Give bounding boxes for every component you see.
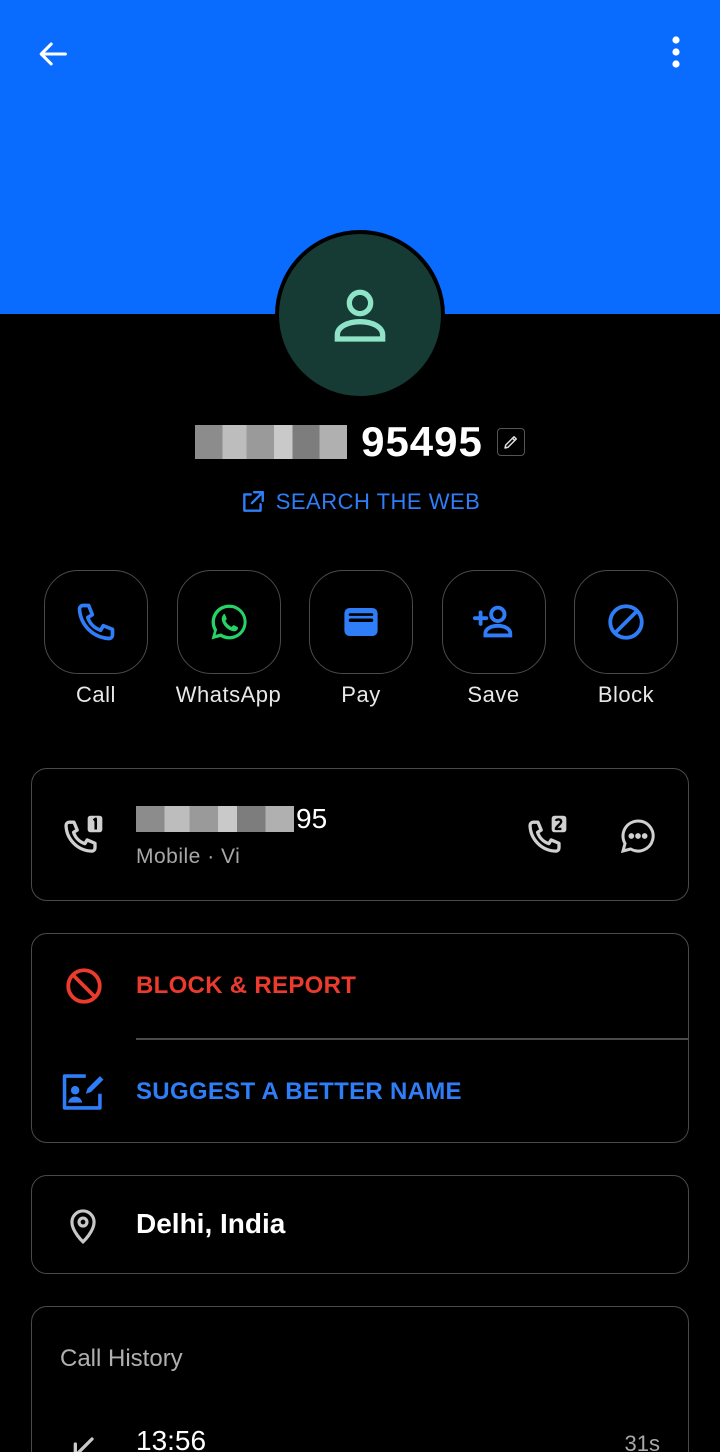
edit-pencil-icon [504, 436, 517, 449]
external-link-icon [242, 491, 264, 512]
edit-name-button[interactable] [496, 428, 525, 456]
suggest-name-icon [62, 1074, 104, 1110]
block-report-icon [66, 968, 102, 1004]
save-label: Save [467, 682, 520, 707]
block-report-label: BLOCK & REPORT [136, 972, 357, 999]
message-button[interactable] [618, 816, 658, 861]
contact-name-row: 95495 [0, 414, 720, 470]
suggest-name-row[interactable]: SUGGEST A BETTER NAME [32, 1040, 688, 1144]
save-action[interactable]: Save [441, 570, 546, 708]
block-button[interactable] [574, 570, 678, 674]
redacted-number [136, 806, 294, 832]
call-sim2-button[interactable] [526, 813, 570, 862]
block-icon [608, 604, 644, 640]
location-pin-icon [70, 1209, 96, 1244]
suggest-name-label: SUGGEST A BETTER NAME [136, 1078, 462, 1105]
whatsapp-label: WhatsApp [175, 682, 282, 707]
block-report-row[interactable]: BLOCK & REPORT [32, 934, 688, 1038]
back-button[interactable] [32, 32, 76, 76]
contact-name: 95495 [361, 418, 483, 465]
wallet-icon [344, 608, 378, 636]
location-text: Delhi, India [136, 1208, 286, 1239]
location-card: Delhi, India [31, 1175, 689, 1274]
pay-action[interactable]: Pay [309, 570, 413, 708]
call-history-card: Call History 13:56 31s [31, 1306, 689, 1452]
search-web-label: SEARCH THE WEB [275, 489, 481, 514]
call-history-title: Call History [60, 1345, 183, 1372]
block-action[interactable]: Block [574, 570, 678, 708]
search-web-link[interactable]: SEARCH THE WEB [0, 486, 720, 518]
phone-number-tail: 95 [296, 803, 328, 834]
call-action[interactable]: Call [44, 570, 148, 708]
phone-sim2-icon [528, 815, 567, 853]
contact-avatar [275, 230, 445, 400]
call-history-duration: 31s [624, 1431, 660, 1452]
incoming-call-icon [73, 1437, 94, 1452]
call-sim1-button[interactable] [62, 813, 106, 862]
more-vertical-icon [672, 36, 680, 68]
pay-label: Pay [341, 682, 381, 707]
more-options-button[interactable] [654, 30, 698, 74]
quick-actions: Call WhatsApp Pay Save Block [44, 570, 678, 708]
redacted-name [195, 425, 348, 459]
phone-sim1-icon [64, 815, 103, 853]
add-person-icon [472, 605, 512, 638]
call-history-time: 13:56 [136, 1425, 207, 1452]
phone-number-card[interactable]: 95 Mobile · Vi [31, 768, 689, 901]
whatsapp-icon [211, 604, 247, 640]
call-label: Call [76, 682, 116, 707]
contact-options-card: BLOCK & REPORT SUGGEST A BETTER NAME [31, 933, 689, 1143]
pay-button[interactable] [309, 570, 413, 674]
phone-icon [77, 603, 115, 641]
message-icon [620, 819, 655, 854]
save-button[interactable] [441, 570, 546, 674]
phone-number: 95 [136, 803, 327, 835]
block-label: Block [597, 682, 655, 707]
whatsapp-action[interactable]: WhatsApp [175, 570, 282, 708]
phone-type: Mobile · Vi [136, 845, 241, 868]
whatsapp-button[interactable] [176, 570, 281, 674]
person-icon [334, 289, 386, 342]
call-button[interactable] [44, 570, 148, 674]
arrow-left-icon [39, 42, 67, 66]
